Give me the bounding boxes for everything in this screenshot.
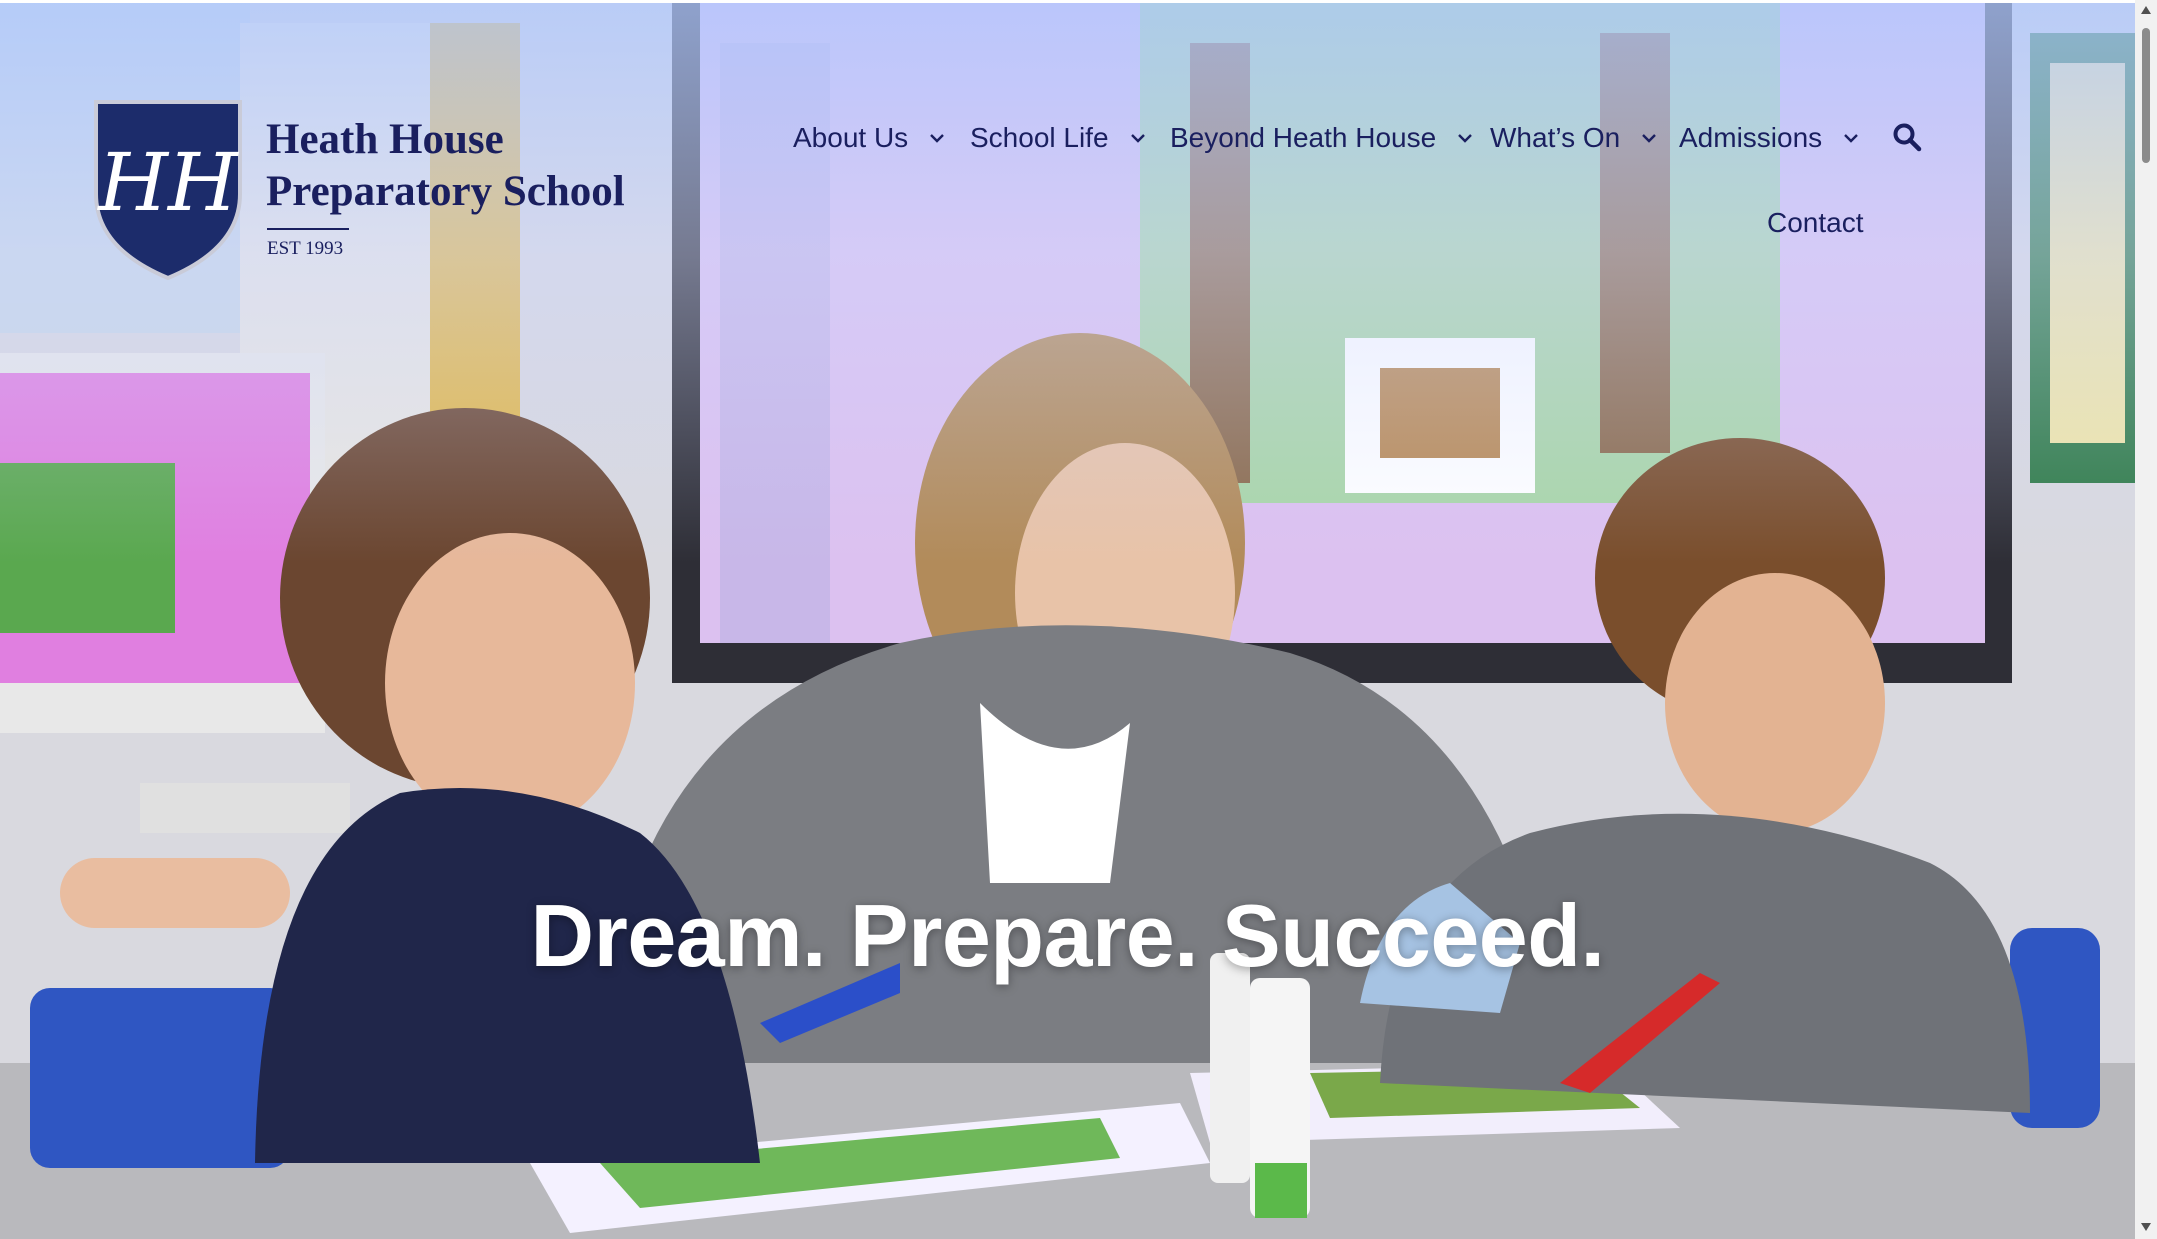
chevron-down-icon <box>1130 134 1145 143</box>
nav-item-about-us[interactable]: About Us <box>793 118 946 158</box>
hero-tagline: Dream. Prepare. Succeed. <box>530 886 1605 985</box>
nav-item-label: Beyond Heath House <box>1170 122 1437 153</box>
hero-section: HH Heath House Preparatory School EST 19… <box>0 3 2135 1239</box>
nav-item-label: What’s On <box>1490 122 1621 153</box>
nav-item-admissions[interactable]: Admissions <box>1679 118 1860 158</box>
nav-item-whats-on[interactable]: What’s On <box>1490 118 1658 158</box>
nav-item-label: About Us <box>793 122 909 153</box>
nav-item-beyond-heath-house[interactable]: Beyond Heath House <box>1170 118 1474 158</box>
chevron-down-icon <box>930 134 945 143</box>
nav-item-label: Admissions <box>1679 122 1823 153</box>
chevron-down-icon <box>1844 134 1859 143</box>
search-icon[interactable] <box>1892 122 1922 152</box>
browser-viewport: HH Heath House Preparatory School EST 19… <box>0 0 2135 1239</box>
main-navigation: About Us School Life Beyond Heath House … <box>0 3 2135 263</box>
chevron-down-icon <box>1642 134 1657 143</box>
nav-item-label: School Life <box>970 122 1109 153</box>
scroll-down-arrow-icon[interactable] <box>2140 1222 2152 1232</box>
chevron-down-icon <box>1458 134 1473 143</box>
nav-item-contact[interactable]: Contact <box>1767 203 1864 243</box>
nav-item-label: Contact <box>1767 207 1864 238</box>
scroll-up-arrow-icon[interactable] <box>2140 5 2152 15</box>
nav-item-school-life[interactable]: School Life <box>970 118 1147 158</box>
page-scrollbar[interactable] <box>2135 0 2157 1239</box>
scrollbar-thumb[interactable] <box>2142 28 2150 163</box>
